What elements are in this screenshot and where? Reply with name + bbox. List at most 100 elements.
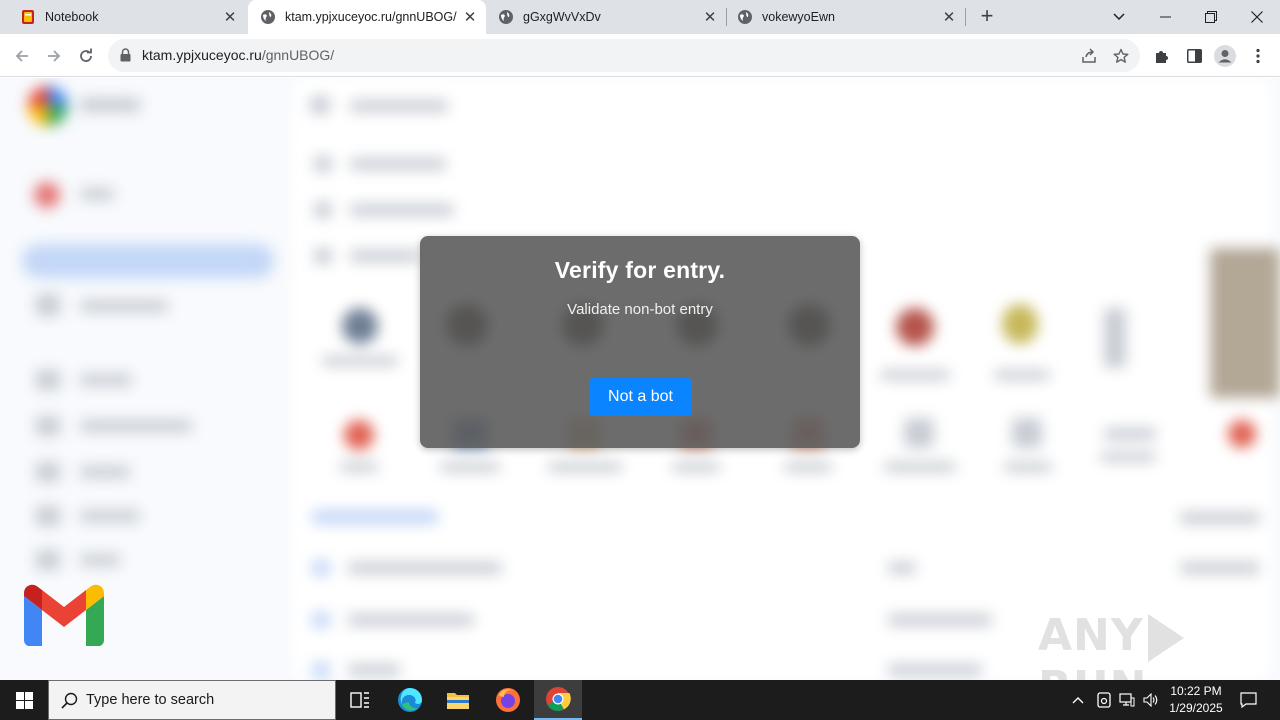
edge-icon [398, 688, 422, 712]
blur-block [884, 462, 956, 472]
folder-icon [447, 693, 469, 709]
blur-block [80, 98, 140, 112]
arrow-right-icon [48, 50, 61, 62]
extensions-button[interactable] [1151, 45, 1173, 67]
blur-block [344, 420, 374, 450]
blur-block [36, 370, 60, 390]
tab-notebook[interactable]: Notebook ✕ [8, 0, 246, 34]
profile-button[interactable] [1214, 45, 1236, 67]
blur-block [1228, 420, 1256, 448]
tab-search-button[interactable] [1096, 0, 1142, 34]
tab-label: ktam.ypjxuceyoc.ru/gnnUBOG/ [285, 10, 457, 24]
blur-block [36, 416, 60, 436]
notifications-button[interactable] [1234, 680, 1262, 720]
blur-block [1100, 452, 1156, 462]
blur-block [350, 100, 448, 112]
chevron-up-icon [1072, 697, 1084, 704]
not-a-bot-button[interactable]: Not a bot [589, 378, 692, 416]
gmail-logo-icon [23, 584, 105, 646]
url-path: /gnnUBOG/ [261, 47, 335, 63]
blur-block [312, 510, 438, 524]
blur-block [672, 462, 720, 472]
firefox-taskbar-button[interactable] [484, 680, 532, 720]
blur-block [348, 562, 502, 574]
globe-icon [261, 10, 275, 24]
tab-label: Notebook [45, 10, 99, 24]
show-hidden-icons-button[interactable] [1068, 680, 1088, 720]
watermark-right: RUN [1038, 662, 1147, 680]
blur-block [322, 356, 398, 366]
restore-button[interactable] [1188, 0, 1234, 34]
lock-icon [120, 48, 131, 62]
blur-block [310, 96, 330, 114]
address-bar[interactable]: ktam.ypjxuceyoc.ru/gnnUBOG/ [108, 39, 1140, 72]
blur-block [1004, 462, 1052, 472]
back-button[interactable] [8, 42, 36, 70]
start-button[interactable] [0, 680, 48, 720]
blur-block [350, 158, 446, 170]
bookmark-button[interactable] [1112, 47, 1130, 65]
blur-block [80, 374, 132, 386]
blur-block [1104, 428, 1156, 440]
clock-time: 10:22 PM [1170, 684, 1222, 698]
globe-icon [738, 10, 752, 24]
volume-tray-button[interactable] [1140, 680, 1162, 720]
side-panel-icon [1186, 49, 1202, 63]
share-button[interactable] [1080, 47, 1098, 65]
blur-block [1012, 418, 1042, 448]
new-tab-button[interactable]: + [976, 5, 998, 27]
blur-block [36, 550, 60, 570]
blur-block [888, 614, 992, 626]
close-tab-icon[interactable]: ✕ [462, 9, 478, 26]
blur-block [80, 300, 168, 312]
search-icon [61, 692, 78, 709]
close-window-button[interactable] [1234, 0, 1280, 34]
tab-strip: Notebook ✕ ktam.ypjxuceyoc.ru/gnnUBOG/ ✕… [0, 0, 1280, 34]
search-placeholder: Type here to search [86, 692, 215, 708]
network-tray-button[interactable] [1116, 680, 1138, 720]
blur-block [340, 462, 378, 472]
star-icon [1113, 48, 1129, 63]
speaker-icon [1143, 693, 1158, 707]
close-tab-icon[interactable]: ✕ [222, 9, 238, 26]
minimize-button[interactable] [1142, 0, 1188, 34]
blur-block [1180, 512, 1260, 524]
arrow-left-icon [15, 50, 28, 62]
blur-block [348, 664, 400, 676]
tab-ggxg[interactable]: gGxgWvVxDv ✕ [488, 0, 726, 34]
edge-taskbar-button[interactable] [386, 680, 434, 720]
blur-block [314, 202, 332, 218]
taskbar-clock[interactable]: 10:22 PM 1/29/2025 [1166, 683, 1226, 717]
close-tab-icon[interactable]: ✕ [702, 9, 718, 26]
blur-block [784, 462, 832, 472]
forward-button[interactable] [40, 42, 68, 70]
blur-block [896, 308, 934, 346]
globe-icon [499, 10, 513, 24]
close-icon [1251, 11, 1263, 23]
reload-icon [80, 48, 92, 62]
side-panel-button[interactable] [1183, 45, 1205, 67]
blur-block [312, 612, 330, 628]
chrome-taskbar-button[interactable] [534, 680, 582, 720]
network-icon [1119, 693, 1135, 707]
tab-label: gGxgWvVxDv [523, 10, 601, 24]
kebab-menu-icon [1256, 48, 1260, 64]
blur-block [80, 510, 140, 522]
close-tab-icon[interactable]: ✕ [941, 9, 957, 26]
device-tray-button[interactable] [1094, 680, 1114, 720]
menu-button[interactable] [1247, 45, 1269, 67]
task-view-button[interactable] [336, 680, 384, 720]
file-explorer-taskbar-button[interactable] [434, 680, 482, 720]
blur-block [80, 188, 114, 200]
tab-vokew[interactable]: vokewyoEwn ✕ [727, 0, 965, 34]
taskbar-search-box[interactable]: Type here to search [48, 680, 336, 720]
modal-subtitle: Validate non-bot entry [567, 301, 713, 318]
reload-button[interactable] [72, 42, 100, 70]
firefox-icon [496, 688, 520, 712]
minimize-icon [1159, 16, 1171, 18]
blur-block [350, 204, 454, 216]
tab-active-site[interactable]: ktam.ypjxuceyoc.ru/gnnUBOG/ ✕ [248, 0, 486, 34]
verification-modal: Verify for entry. Validate non-bot entry… [420, 236, 860, 448]
windows-taskbar: Type here to search 10:22 PM 1/29/2025 [0, 680, 1280, 720]
browser-toolbar: ktam.ypjxuceyoc.ru/gnnUBOG/ [0, 34, 1280, 77]
